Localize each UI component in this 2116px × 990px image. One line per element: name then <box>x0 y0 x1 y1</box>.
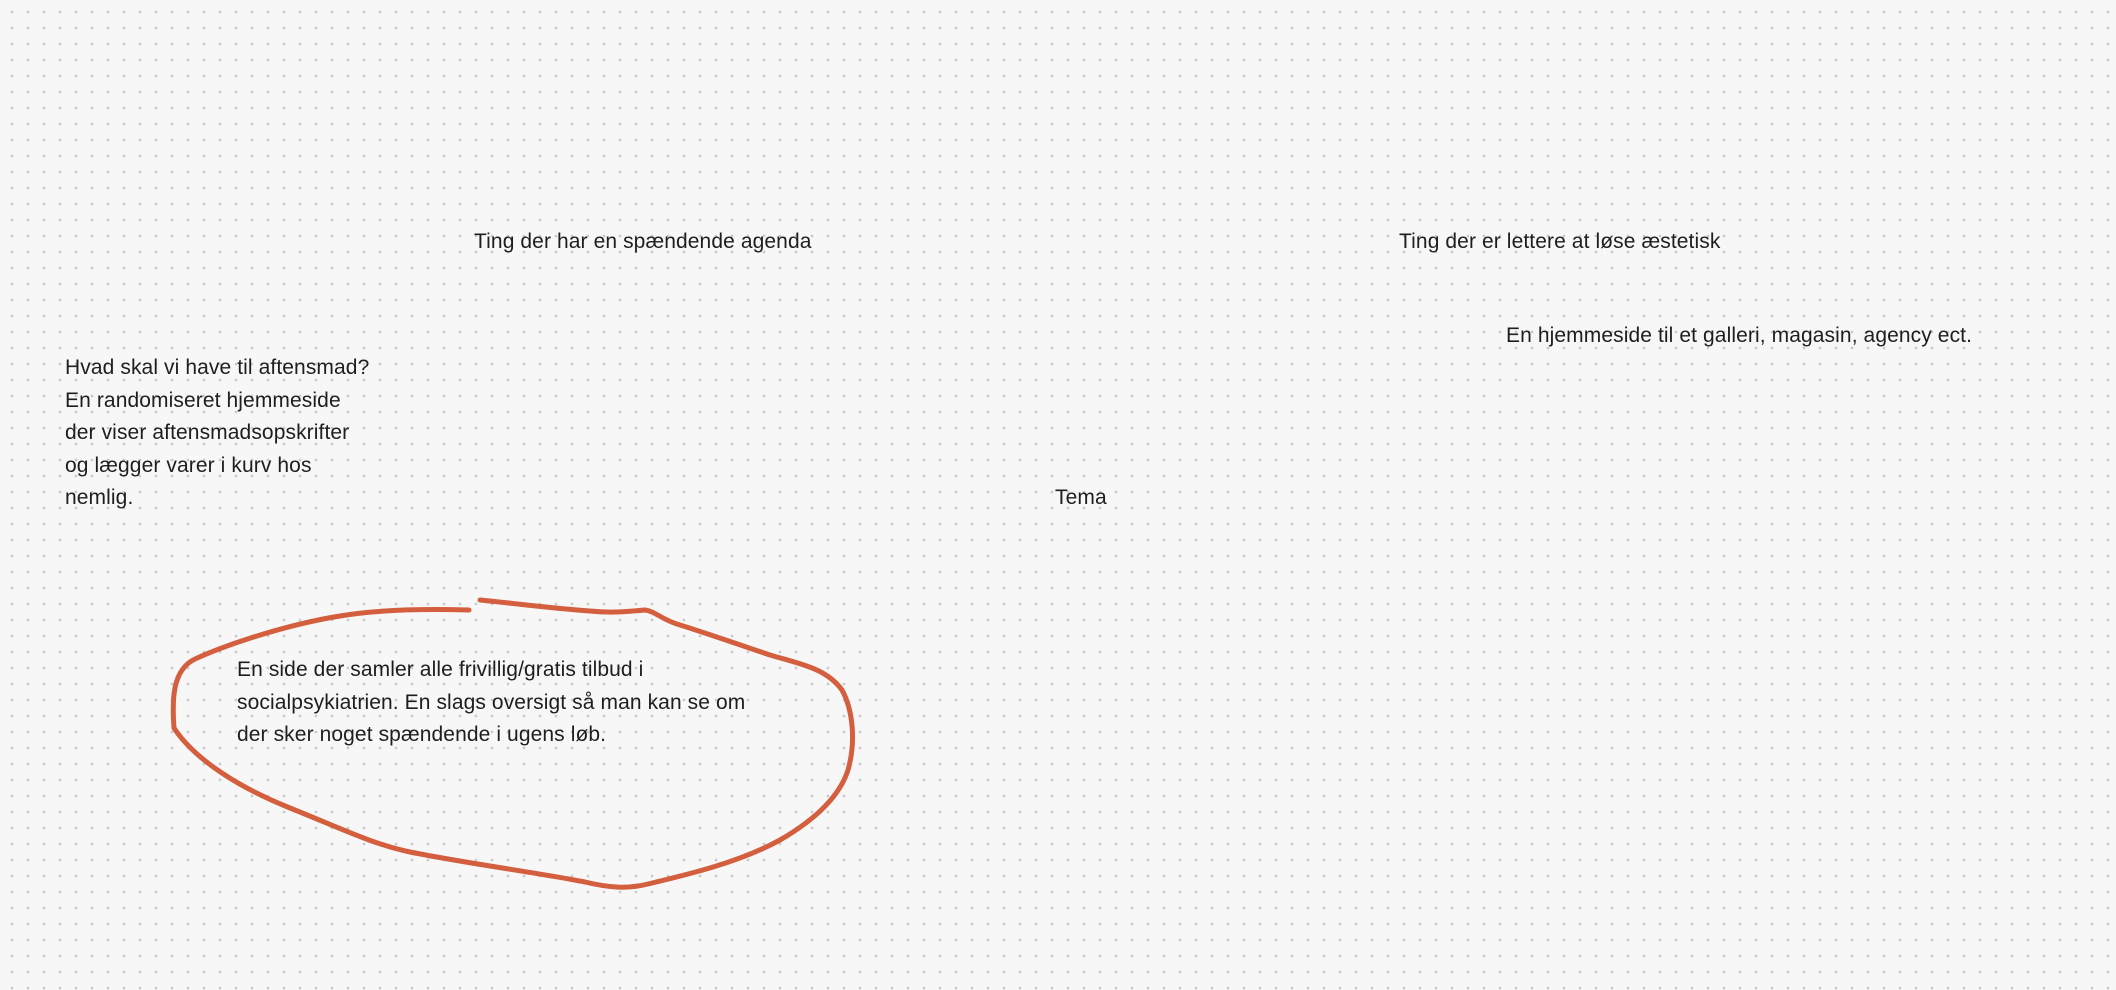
note-line: nemlig. <box>65 486 134 509</box>
note-tema[interactable]: Tema <box>1055 482 1107 515</box>
note-volunteer-idea[interactable]: En side der samler alle frivillig/gratis… <box>237 654 745 752</box>
note-heading-agenda[interactable]: Ting der har en spændende agenda <box>474 226 812 259</box>
note-line: der sker noget spændende i ugens løb. <box>237 723 607 746</box>
note-line: socialpsykiatrien. En slags oversigt så … <box>237 690 746 714</box>
note-line: Hvad skal vi have til aftensmad? <box>65 356 370 379</box>
note-dinner-idea[interactable]: Hvad skal vi have til aftensmad? En rand… <box>65 352 369 515</box>
note-line: En side der samler alle frivillig/gratis… <box>237 658 644 681</box>
whiteboard-canvas[interactable]: Ting der har en spændende agenda Ting de… <box>0 0 2116 990</box>
note-gallery-idea[interactable]: En hjemmeside til et galleri, magasin, a… <box>1506 320 1972 353</box>
note-heading-aesthetic[interactable]: Ting der er lettere at løse æstetisk <box>1399 226 1720 259</box>
note-line: og lægger varer i kurv hos <box>65 453 312 477</box>
note-line: En randomiseret hjemmeside <box>65 388 341 412</box>
note-line: der viser aftensmadsopskrifter <box>65 421 350 444</box>
